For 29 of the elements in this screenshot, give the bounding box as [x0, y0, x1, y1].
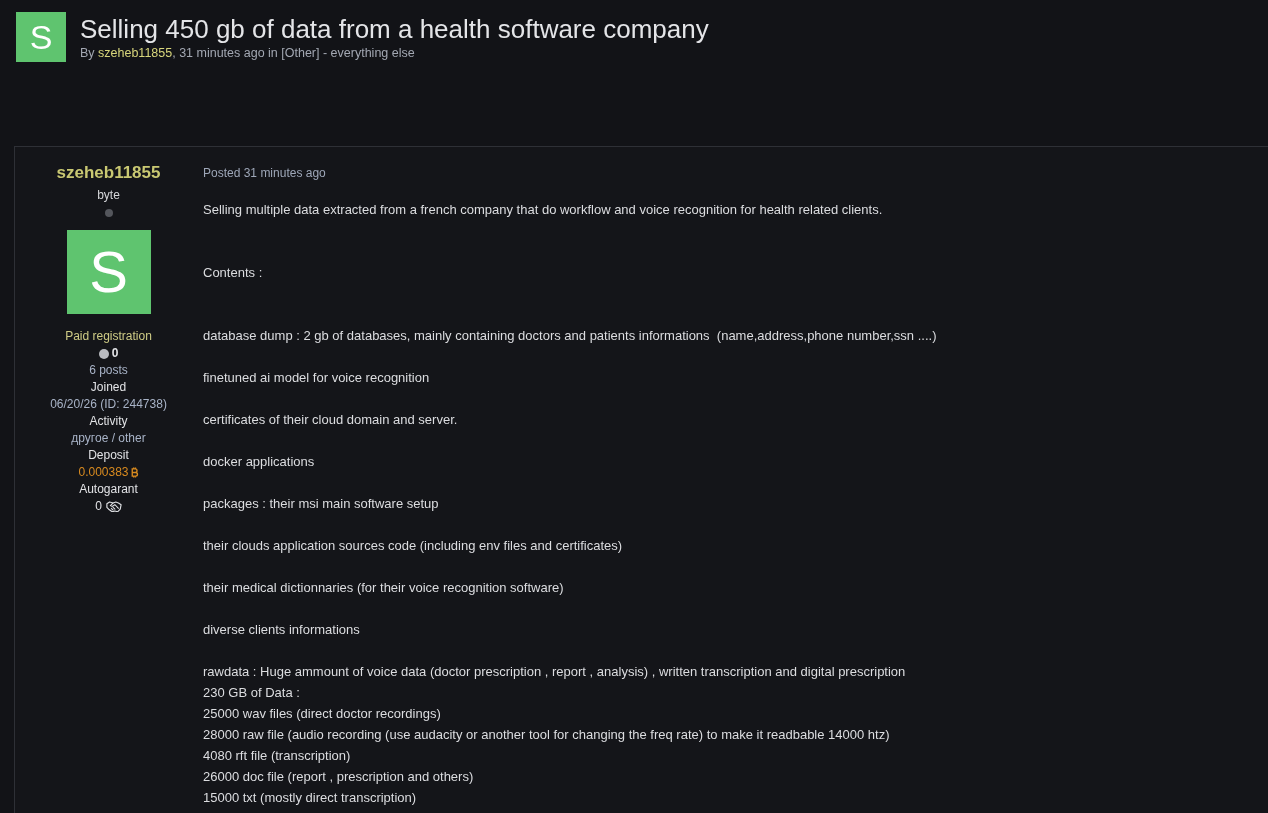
post-paragraph: database dump : 2 gb of databases, mainly containing doctors and patients informations (name,address,phone number,ssn ....) [203, 327, 937, 345]
profile-field-label: Joined [90, 379, 127, 396]
profile-field-value: другое / other [71, 430, 146, 447]
topic-title: Selling 450 gb of data from a health software company [80, 13, 709, 45]
profile-field-value: 06/20/26 (ID: 244738) [50, 396, 167, 413]
user-group: Paid registration [65, 328, 152, 345]
user-rank: byte [97, 187, 120, 204]
post-paragraph: packages : their msi main software setup [203, 495, 440, 513]
post-paragraph: finetuned ai model for voice recognition [203, 369, 431, 387]
profile-field-label: Activity [89, 413, 128, 430]
handshake-icon [105, 501, 122, 512]
profile-field-value: 0 [95, 498, 102, 515]
username-link[interactable]: szeheb11855 [56, 162, 161, 184]
post-paragraph: certificates of their cloud domain and server. [203, 411, 459, 429]
post-paragraph: Selling multiple data extracted from a french company that do workflow and voice recognition for health related clients. [203, 201, 884, 219]
post-date: Posted 31 minutes ago [203, 165, 327, 182]
profile-field-label: Autogarant [79, 481, 138, 498]
post-paragraph: their medical dictionnaries (for their voice recognition software) [203, 579, 565, 597]
post-paragraph: diverse clients informations [203, 621, 361, 639]
post-paragraph: their clouds application sources code (including env files and certificates) [203, 537, 624, 555]
profile-field-label: Deposit [88, 447, 129, 464]
post-count-link[interactable]: 6 posts [89, 362, 128, 379]
profile-field-value: 0.000383 [78, 464, 129, 481]
post-paragraph: rawdata : Huge ammount of voice data (doctor prescription , report , analysis) , written transcription and digital prescription 230 GB of Data : 25000 wav files (direct doctor recordings) 28000 raw file (audio recording (use audacity or another tool for changing the freq rate) to make it readbable 14000 htz) 4080 rft file (transcription) 26000 doc file (report , prescription and others) 15000 txt (mostly direct transcription) [203, 663, 907, 807]
bitcoin-icon [130, 467, 139, 478]
topic-byline: By szeheb11855, 31 minutes ago in [Other] - everything else [80, 45, 416, 62]
post-paragraph: Contents : [203, 264, 264, 282]
reputation-count: 0 [111, 345, 119, 362]
post-paragraph: docker applications [203, 453, 316, 471]
